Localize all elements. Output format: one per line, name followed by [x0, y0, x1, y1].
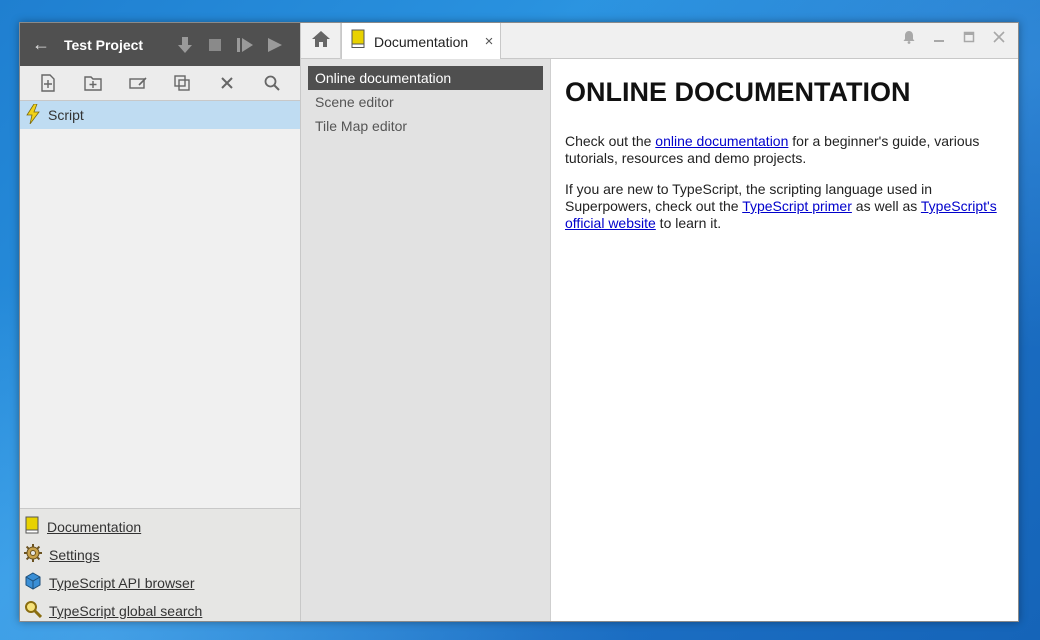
cube-icon [24, 571, 42, 595]
home-icon [311, 30, 331, 53]
tab-documentation[interactable]: Documentation × [341, 23, 501, 60]
tool-link-documentation[interactable]: Documentation [20, 513, 300, 541]
tool-link-label: TypeScript global search [49, 603, 203, 619]
new-folder-icon[interactable] [78, 70, 108, 96]
online-documentation-link[interactable]: online documentation [655, 133, 788, 149]
typescript-paragraph: If you are new to TypeScript, the script… [565, 181, 1004, 232]
play-icon[interactable] [260, 33, 290, 57]
book-icon [350, 29, 366, 54]
duplicate-icon[interactable] [167, 70, 197, 96]
rename-icon[interactable] [123, 70, 153, 96]
tab-close-button[interactable]: × [478, 33, 500, 50]
paragraph-text: as well as [851, 198, 921, 214]
stop-icon[interactable] [200, 33, 230, 57]
close-icon[interactable] [986, 27, 1012, 47]
search-icon[interactable] [257, 70, 287, 96]
intro-paragraph: Check out the online documentation for a… [565, 133, 1004, 167]
delete-icon[interactable] [212, 70, 242, 96]
tab-label: Documentation [374, 33, 469, 50]
window-controls [896, 27, 1012, 47]
bell-icon[interactable] [896, 27, 922, 47]
documentation-content: ONLINE DOCUMENTATION Check out the onlin… [551, 59, 1018, 621]
nav-item-tile-map-editor[interactable]: Tile Map editor [308, 114, 543, 138]
tab-bar: Documentation × [301, 23, 1018, 60]
magnifier-icon [24, 600, 43, 623]
paragraph-text: Check out the [565, 133, 656, 149]
tool-link-label: TypeScript API browser [49, 575, 195, 591]
minimize-icon[interactable] [926, 27, 952, 47]
tool-link-global-search[interactable]: TypeScript global search [20, 597, 300, 625]
back-arrow-icon[interactable]: ← [30, 34, 52, 55]
page-title: ONLINE DOCUMENTATION [565, 77, 911, 107]
tool-links: Documentation Settings TypeScript API br… [20, 508, 300, 621]
tree-item-script[interactable]: Script [20, 101, 300, 129]
project-header: ← Test Project [20, 23, 300, 66]
app-window: ← Test Project Script Documentation Sett… [19, 22, 1019, 622]
asset-toolbar [20, 66, 300, 101]
download-icon[interactable] [170, 33, 200, 57]
paragraph-text: to learn it. [655, 215, 722, 231]
nav-item-scene-editor[interactable]: Scene editor [308, 90, 543, 114]
step-play-icon[interactable] [230, 33, 260, 57]
project-title: Test Project [64, 36, 144, 53]
lightning-icon [26, 103, 40, 127]
new-asset-icon[interactable] [33, 70, 63, 96]
book-icon [24, 516, 40, 539]
home-tab[interactable] [301, 23, 341, 59]
nav-item-online-documentation[interactable]: Online documentation [308, 66, 543, 90]
tool-link-api-browser[interactable]: TypeScript API browser [20, 569, 300, 597]
typescript-primer-link[interactable]: TypeScript primer [742, 198, 852, 214]
project-panel: ← Test Project Script Documentation Sett… [20, 23, 301, 621]
maximize-icon[interactable] [956, 27, 982, 47]
tree-item-label: Script [48, 107, 84, 123]
gear-icon [24, 543, 42, 567]
tool-link-settings[interactable]: Settings [20, 541, 300, 569]
tool-link-label: Settings [49, 547, 100, 563]
documentation-nav: Online documentation Scene editor Tile M… [301, 59, 551, 621]
tool-link-label: Documentation [47, 519, 142, 535]
